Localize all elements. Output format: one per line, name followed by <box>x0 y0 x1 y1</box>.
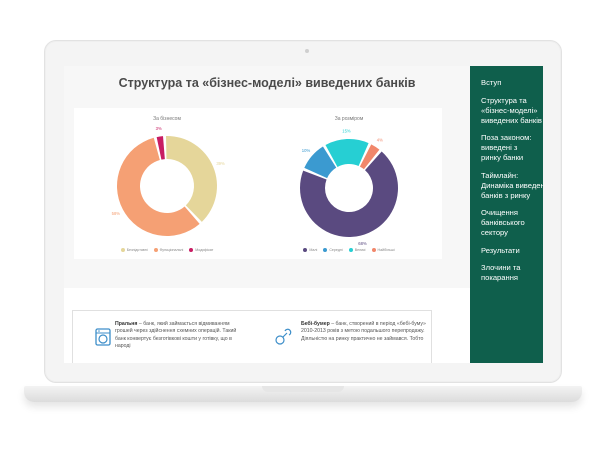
legend-swatch <box>303 248 308 252</box>
laptop-mockup: Структура та «бізнес-моделі» виведених б… <box>0 0 600 450</box>
donut-slice-label-0-2: 3% <box>156 126 162 131</box>
donut-slice-label-0-1: 58% <box>112 211 121 216</box>
washing-machine-icon <box>95 328 111 346</box>
donut-slice-label-1-2: 15% <box>342 129 351 134</box>
page-title: Структура та «бізнес-моделі» виведених б… <box>118 76 416 90</box>
nav-item-crimes[interactable]: Злочини та покарання <box>481 263 543 283</box>
size-chart-legend: Малі Середні Великі Найбільші <box>256 248 442 252</box>
donut-slice-label-1-0: 68% <box>358 241 367 246</box>
legend-entry[interactable]: Великі <box>348 248 366 252</box>
donut-slice-0-0[interactable] <box>166 136 217 222</box>
section-navigation: Вступ Структура та «бізнес-моделі» виведен… <box>470 66 543 363</box>
legend-swatch <box>153 248 158 252</box>
size-donut-chart: 68% 10% 15% 4% <box>300 129 398 246</box>
legend-entry[interactable]: Найбільші <box>371 248 395 252</box>
legend-label: Малі <box>309 248 318 252</box>
size-chart-panel: За розміром 68% 10% 15% 4% Малі Середні Велик… <box>256 108 442 259</box>
glossary-term-bebi-bumer: Бебі-бумер – банк, створений в період «б… <box>301 321 426 342</box>
nav-item-cleanup[interactable]: Очищення банківського сектору <box>481 208 543 238</box>
legend-label: Безпідставні <box>126 248 148 252</box>
nav-item-timeline[interactable]: Таймлайн:Динаміка виведеннябанків з ринк… <box>481 171 543 201</box>
legend-swatch <box>371 248 376 252</box>
donut-slice-label-0-0: 39% <box>216 161 225 166</box>
donut-slice-label-1-3: 4% <box>377 138 383 143</box>
main-content: Структура та «бізнес-моделі» виведених б… <box>64 66 470 363</box>
legend-entry[interactable]: Модифікат <box>189 248 213 252</box>
legend-entry[interactable]: Функціональні <box>153 248 184 252</box>
business-chart-legend: Безпідставні Функціональні Модифікат <box>74 248 260 252</box>
glossary-card: Пральня – банк, який займається відмиван… <box>72 310 432 363</box>
legend-swatch <box>120 248 125 252</box>
nav-item-outlaw[interactable]: Поза законом: виведені з ринку банки <box>481 133 543 163</box>
nav-item-intro[interactable]: Вступ <box>481 78 543 88</box>
legend-label: Функціональні <box>159 248 184 252</box>
pacifier-icon <box>275 328 292 345</box>
nav-item-results[interactable]: Результати <box>481 246 543 256</box>
legend-entry[interactable]: Безпідставні <box>120 248 148 252</box>
laptop-screen: Структура та «бізнес-моделі» виведених б… <box>64 66 543 363</box>
nav-item-structure[interactable]: Структура та «бізнес-моделі» виведених бан… <box>481 96 543 126</box>
business-donut-chart: 39% 58% 3% <box>112 126 225 236</box>
legend-swatch <box>189 248 194 252</box>
camera-dot <box>305 49 309 53</box>
legend-label: Найбільші <box>377 248 395 252</box>
laptop-notch <box>262 386 344 392</box>
glossary-term-pralnia: Пральня – банк, який займається відмиван… <box>115 321 237 350</box>
legend-entry[interactable]: Малі <box>303 248 317 252</box>
legend-label: Великі <box>354 248 366 252</box>
legend-swatch <box>348 248 353 252</box>
legend-label: Середні <box>329 248 343 252</box>
donut-slice-label-1-1: 10% <box>302 148 311 153</box>
legend-label: Модифікат <box>195 248 214 252</box>
business-chart-panel: За бізнесом 39% 58% 3% Безпідставні Функціо… <box>74 108 260 259</box>
legend-swatch <box>323 248 328 252</box>
legend-entry[interactable]: Середні <box>323 248 343 252</box>
